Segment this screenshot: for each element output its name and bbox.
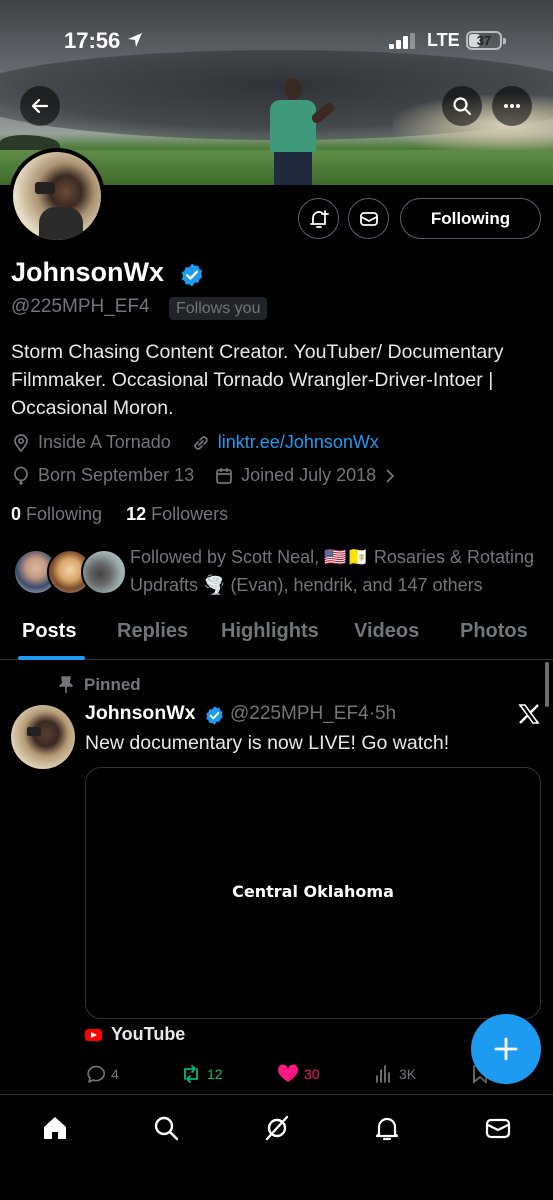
profile-meta-row-1: Inside A Tornado linktr.ee/JohnsonWx: [11, 432, 379, 453]
envelope-icon: [359, 211, 378, 226]
views-chart-icon: [376, 1065, 390, 1083]
nav-grok[interactable]: [262, 1113, 292, 1143]
profile-location: Inside A Tornado: [38, 432, 171, 452]
video-title: Central Oklahoma: [232, 881, 394, 901]
tab-highlights[interactable]: Highlights: [221, 620, 319, 643]
following-count-link[interactable]: 0 Following: [11, 504, 102, 524]
profile-joined: Joined July 2018: [241, 465, 377, 485]
more-horizontal-icon: [504, 104, 520, 108]
profile-handle: @225MPH_EF4: [11, 296, 150, 317]
profile-avatar[interactable]: [9, 148, 105, 244]
grok-icon: [265, 1115, 289, 1141]
tab-photos[interactable]: Photos: [460, 620, 528, 643]
profile-name: JohnsonWx: [11, 257, 164, 287]
nav-home[interactable]: [40, 1113, 70, 1143]
followed-by-text[interactable]: Followed by Scott Neal, 🇺🇸🇻🇦 Rosaries & …: [130, 543, 546, 599]
active-tab-indicator: [18, 656, 85, 660]
profile-bio: Storm Chasing Content Creator. YouTuber/…: [11, 341, 504, 419]
views-count: 3K: [399, 1066, 417, 1082]
nav-search[interactable]: [151, 1113, 181, 1143]
search-button[interactable]: [442, 86, 482, 126]
pinned-label-row: Pinned: [58, 675, 141, 695]
youtube-icon: [85, 1028, 102, 1041]
repost-icon: [184, 1065, 198, 1083]
bell-plus-icon: [309, 209, 329, 228]
followers-count-link[interactable]: 12 Followers: [126, 504, 228, 524]
nav-notifications[interactable]: [372, 1113, 402, 1143]
x-logo-icon: [518, 704, 540, 724]
like-count: 30: [304, 1066, 320, 1082]
post-text: New documentary is now LIVE! Go watch!: [85, 732, 450, 754]
nav-messages[interactable]: [483, 1113, 513, 1143]
link-icon: [194, 435, 208, 450]
pin-icon: [59, 676, 73, 693]
post-author-avatar[interactable]: [11, 705, 75, 769]
verified-badge-icon[interactable]: [179, 262, 205, 288]
post-author-name[interactable]: JohnsonWx: [85, 702, 196, 725]
network-type: LTE: [427, 30, 460, 50]
like-button[interactable]: 30: [277, 1064, 320, 1084]
location-arrow-icon: [128, 33, 142, 47]
follows-you-badge: Follows you: [169, 297, 268, 320]
search-icon: [453, 97, 472, 116]
battery-percent: 37: [476, 33, 492, 48]
compose-post-button[interactable]: [471, 1014, 541, 1084]
status-bar: 17:56 LTE 37: [0, 0, 553, 84]
verified-badge-icon: [206, 706, 223, 725]
views-button[interactable]: 3K: [374, 1064, 416, 1084]
home-icon: [44, 1117, 66, 1139]
signal-bars-icon: [389, 33, 415, 49]
tab-videos[interactable]: Videos: [354, 620, 419, 643]
more-options-button[interactable]: [492, 86, 532, 126]
avatar: [81, 549, 127, 595]
banner-person: [262, 78, 337, 185]
repost-count: 12: [207, 1066, 223, 1082]
message-button[interactable]: [348, 198, 389, 239]
search-icon: [154, 1116, 179, 1141]
profile-birthday: Born September 13: [38, 465, 195, 485]
repost-button[interactable]: 12: [180, 1064, 223, 1084]
notifications-subscribe-button[interactable]: [298, 198, 339, 239]
link-source: YouTube: [111, 1024, 186, 1044]
reply-button[interactable]: 4: [86, 1064, 119, 1084]
balloon-icon: [14, 466, 28, 485]
tab-replies[interactable]: Replies: [117, 620, 188, 643]
plus-icon: [494, 1037, 518, 1061]
battery-icon: 37: [466, 31, 506, 50]
reply-icon: [87, 1065, 106, 1083]
heart-filled-icon: [277, 1064, 299, 1082]
arrow-left-icon: [31, 98, 49, 114]
status-time: 17:56: [64, 28, 121, 53]
link-source-row[interactable]: YouTube: [85, 1024, 185, 1045]
pinned-label: Pinned: [84, 675, 141, 694]
profile-link[interactable]: linktr.ee/JohnsonWx: [218, 432, 379, 453]
post-author-handle-time: @225MPH_EF4·5h: [230, 703, 397, 724]
following-button[interactable]: Following: [400, 198, 541, 239]
location-pin-icon: [14, 433, 28, 452]
tab-posts[interactable]: Posts: [22, 620, 76, 643]
scrollbar[interactable]: [545, 662, 549, 707]
back-button[interactable]: [20, 86, 60, 126]
calendar-icon: [216, 467, 232, 484]
mutual-follower-avatars[interactable]: [13, 549, 127, 595]
chevron-right-icon[interactable]: [384, 468, 396, 484]
bell-icon: [375, 1117, 399, 1141]
profile-tabs: Posts Replies Highlights Videos Photos: [0, 608, 553, 660]
bottom-navigation: [0, 1094, 553, 1200]
reply-count: 4: [111, 1066, 119, 1082]
envelope-icon: [485, 1118, 511, 1139]
profile-meta-row-2: Born September 13 Joined July 2018: [11, 465, 396, 486]
post-video-card[interactable]: Central Oklahoma: [85, 767, 541, 1019]
follow-counts: 0 Following 12 Followers: [11, 504, 228, 525]
